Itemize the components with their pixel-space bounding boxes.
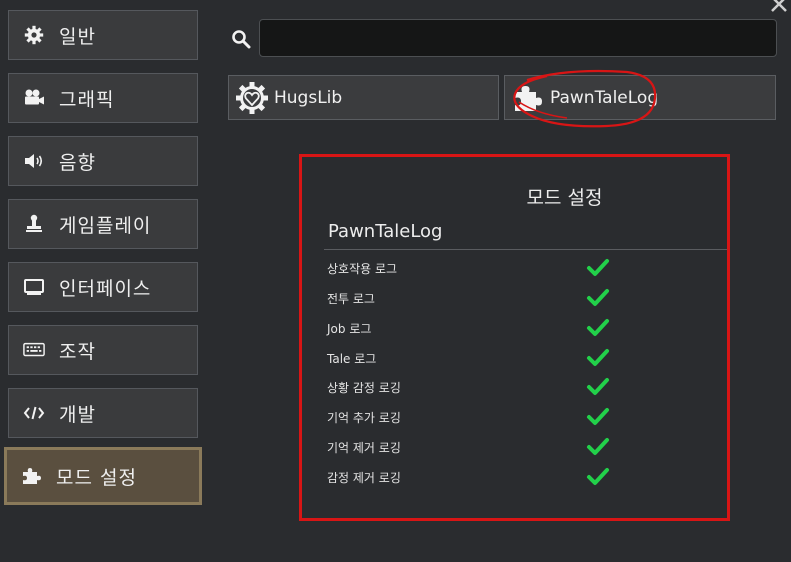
sidebar-item-graphics[interactable]: 그래픽	[8, 73, 198, 123]
sidebar-item-interface[interactable]: 인터페이스	[8, 262, 198, 312]
setting-label: Job 로그	[327, 322, 372, 336]
puzzle-icon	[515, 85, 542, 111]
divider	[324, 249, 727, 250]
checkmark-icon[interactable]	[586, 375, 610, 399]
gear-icon	[23, 24, 45, 46]
setting-row[interactable]: Tale 로그	[302, 346, 727, 376]
checkmark-icon[interactable]	[586, 346, 610, 370]
setting-row[interactable]: 상황 감정 로깅	[302, 375, 727, 405]
setting-label: 상황 감정 로깅	[327, 381, 401, 395]
sidebar-item-label: 모드 설정	[56, 466, 137, 489]
mod-tab-pawntalelog[interactable]: PawnTaleLog	[504, 75, 776, 120]
checkmark-icon[interactable]	[586, 465, 610, 489]
heart-gear-icon	[236, 81, 268, 114]
checkmark-icon[interactable]	[586, 435, 610, 459]
setting-row[interactable]: 기억 제거 로깅	[302, 435, 727, 465]
mod-settings-panel: 모드 설정 PawnTaleLog 상호작용 로그 전투 로그 Job 로그 T…	[299, 154, 730, 521]
sidebar-item-label: 그래픽	[59, 88, 115, 111]
video-camera-icon	[23, 87, 45, 109]
settings-sidebar: 일반 그래픽 음향 게임플레이 인터페이스 조작 개발 모드 설정	[0, 0, 210, 562]
mod-tab-label: HugsLib	[274, 87, 343, 108]
sidebar-item-controls[interactable]: 조작	[8, 325, 198, 375]
setting-label: Tale 로그	[327, 352, 377, 366]
checkmark-icon[interactable]	[586, 405, 610, 429]
setting-row[interactable]: 기억 추가 로깅	[302, 405, 727, 435]
keyboard-icon	[23, 339, 45, 361]
sidebar-item-label: 음향	[59, 151, 96, 174]
setting-label: 기억 제거 로깅	[327, 441, 401, 455]
monitor-icon	[23, 276, 45, 298]
search-icon	[232, 30, 251, 49]
mod-tab-label: PawnTaleLog	[550, 87, 659, 108]
sidebar-item-dev[interactable]: 개발	[8, 388, 198, 438]
sidebar-item-general[interactable]: 일반	[8, 10, 198, 60]
checkmark-icon[interactable]	[586, 316, 610, 340]
setting-row[interactable]: Job 로그	[302, 316, 727, 346]
sidebar-item-label: 일반	[59, 25, 96, 48]
sidebar-item-audio[interactable]: 음향	[8, 136, 198, 186]
puzzle-icon	[20, 465, 42, 487]
setting-label: 전투 로그	[327, 292, 375, 306]
sidebar-item-mod-settings[interactable]: 모드 설정	[4, 447, 202, 505]
sidebar-item-gameplay[interactable]: 게임플레이	[8, 199, 198, 249]
setting-row[interactable]: 상호작용 로그	[302, 256, 727, 286]
sidebar-item-label: 인터페이스	[59, 277, 152, 300]
sidebar-item-label: 조작	[59, 340, 96, 363]
setting-row[interactable]: 전투 로그	[302, 286, 727, 316]
speaker-icon	[23, 150, 45, 172]
setting-label: 상호작용 로그	[327, 262, 398, 276]
checkmark-icon[interactable]	[586, 286, 610, 310]
search-input[interactable]	[259, 19, 777, 57]
setting-label: 기억 추가 로깅	[327, 411, 401, 425]
sidebar-item-label: 게임플레이	[59, 214, 152, 237]
mod-name-heading: PawnTaleLog	[328, 221, 443, 242]
mod-tab-hugslib[interactable]: HugsLib	[228, 75, 499, 120]
setting-row[interactable]: 감정 제거 로깅	[302, 465, 727, 495]
close-icon[interactable]	[769, 0, 789, 14]
sidebar-item-label: 개발	[59, 403, 96, 426]
code-icon	[23, 402, 45, 424]
setting-label: 감정 제거 로깅	[327, 471, 401, 485]
checkmark-icon[interactable]	[586, 256, 610, 280]
stamp-icon	[23, 213, 45, 235]
panel-title: 모드 설정	[526, 187, 603, 209]
